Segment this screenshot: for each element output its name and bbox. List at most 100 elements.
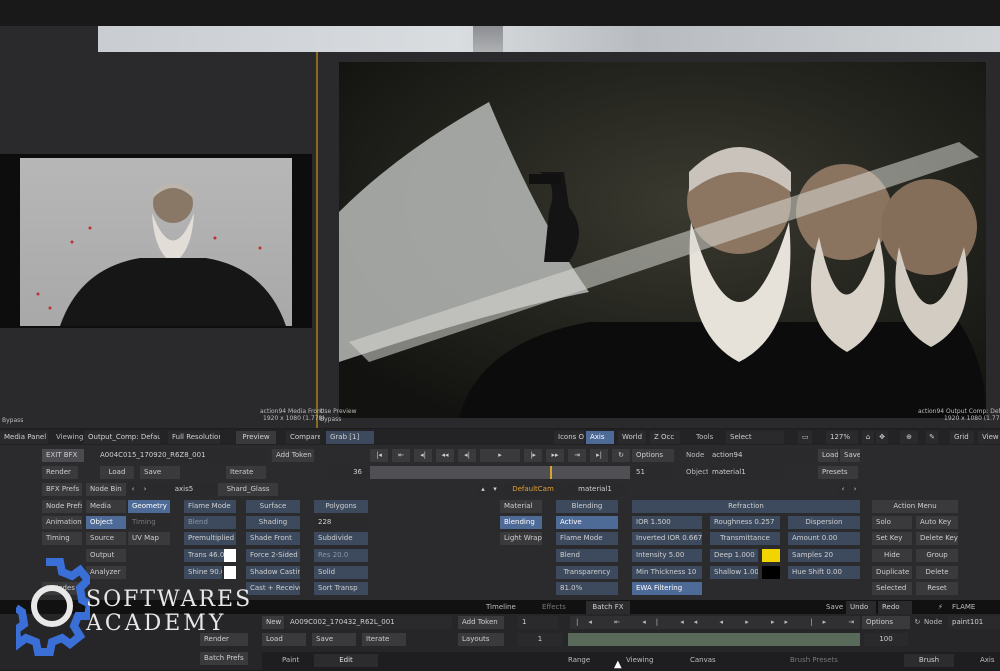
axis5-tab[interactable]: axis5 xyxy=(152,483,216,496)
add-token-button[interactable]: Add Token xyxy=(272,449,314,462)
node-save-button[interactable]: Save xyxy=(840,449,860,462)
iterate-button[interactable]: Iterate xyxy=(226,466,266,479)
shade-front-dropdown[interactable]: Shade Front xyxy=(246,532,300,545)
amount-slider[interactable]: Amount 0.00 xyxy=(788,532,860,545)
tab-timeline[interactable]: Timeline xyxy=(486,601,516,614)
output-button[interactable]: Output xyxy=(86,549,126,562)
timing2-button[interactable]: Timing xyxy=(128,516,170,529)
prev-frame-icon[interactable]: ◂| xyxy=(414,449,432,462)
roughness-slider[interactable]: Roughness 0.257 xyxy=(710,516,780,529)
material-button[interactable]: Material xyxy=(500,500,542,513)
material1-tab[interactable]: material1 xyxy=(564,483,626,496)
object-field[interactable]: material1 xyxy=(708,466,782,479)
tab-effects[interactable]: Effects xyxy=(542,601,566,614)
target-icon[interactable]: ⊕ xyxy=(900,431,918,444)
node-load-button[interactable]: Load xyxy=(818,449,838,462)
lower-clip-name-field[interactable]: A009C002_170432_R62L_001 xyxy=(286,616,452,629)
home-icon[interactable]: ⌂ xyxy=(862,431,874,444)
shallow-color-swatch[interactable] xyxy=(762,566,780,579)
shine-slider[interactable]: Shine 90.0 xyxy=(184,566,222,579)
solo-button[interactable]: Solo xyxy=(872,516,912,529)
view-dropdown[interactable]: View xyxy=(978,431,1000,444)
tab-brush[interactable]: Brush xyxy=(904,654,954,667)
analyzer-button[interactable]: Analyzer xyxy=(86,566,126,579)
delete-button[interactable]: Delete xyxy=(916,566,958,579)
intensity-slider[interactable]: Intensity 5.00 xyxy=(632,549,702,562)
inverted-ior-field[interactable]: Inverted IOR 0.667 xyxy=(632,532,702,545)
lower-load-button[interactable]: Load xyxy=(262,633,306,646)
tab-batch-fx[interactable]: Batch FX xyxy=(586,601,630,614)
default-cam-tab[interactable]: DefaultCam xyxy=(504,483,562,496)
tab-viewing[interactable]: Viewing xyxy=(626,654,653,667)
new-button[interactable]: New xyxy=(262,616,284,629)
ewa-filtering-button[interactable]: EWA Filtering xyxy=(632,582,702,595)
left-viewer[interactable] xyxy=(0,154,312,328)
grid-dropdown[interactable]: Grid xyxy=(950,431,974,444)
transparency-button[interactable]: Transparency xyxy=(556,566,618,579)
hue-shift-slider[interactable]: Hue Shift 0.00 xyxy=(788,566,860,579)
scrubber-playhead[interactable] xyxy=(550,466,552,479)
frame-out-field[interactable]: 51 xyxy=(632,466,672,479)
full-resolution-button[interactable]: Full Resolution xyxy=(168,431,220,444)
tab-canvas[interactable]: Canvas xyxy=(690,654,716,667)
play-icon[interactable]: ▸ xyxy=(480,449,520,462)
tab-axis[interactable]: Axis xyxy=(980,654,995,667)
polygons-field[interactable]: 228 xyxy=(314,516,368,529)
tab-range[interactable]: Range xyxy=(568,654,590,667)
set-key-button[interactable]: Set Key xyxy=(872,532,912,545)
samples-slider[interactable]: Samples 20 xyxy=(788,549,860,562)
options-dropdown[interactable]: Options xyxy=(632,449,674,462)
z-occ-button[interactable]: Z Occ xyxy=(650,431,680,444)
step-back-icon[interactable]: ◂◂ xyxy=(436,449,454,462)
prev-node-icon[interactable]: ‹ xyxy=(128,483,138,496)
lower-iterate-button[interactable]: Iterate xyxy=(362,633,406,646)
shading-button[interactable]: Shading xyxy=(246,516,300,529)
solid-dropdown[interactable]: Solid xyxy=(314,566,368,579)
play-back-icon[interactable]: ◂| xyxy=(458,449,476,462)
undo-dropdown[interactable]: Undo xyxy=(846,601,876,614)
trans-color-swatch[interactable] xyxy=(224,549,236,562)
scroll-up-icon[interactable]: ▴ xyxy=(478,483,488,496)
flame-mode-button[interactable]: Flame Mode xyxy=(184,500,236,513)
group-button[interactable]: Group xyxy=(916,549,958,562)
lower-timeline-bar[interactable] xyxy=(568,633,860,646)
lower-add-token-button[interactable]: Add Token xyxy=(458,616,504,629)
zoom-dropdown[interactable]: 127% xyxy=(826,431,858,444)
prev-key-icon[interactable]: ⇤ xyxy=(392,449,410,462)
scroll-left-icon[interactable]: ‹ xyxy=(838,483,848,496)
layouts-dropdown[interactable]: Layouts xyxy=(458,633,504,646)
node-bin-button[interactable]: Node Bin xyxy=(86,483,126,496)
active-button[interactable]: Active xyxy=(556,516,618,529)
reset-button[interactable]: Reset xyxy=(916,582,958,595)
auto-key-button[interactable]: Auto Key xyxy=(916,516,958,529)
next-node-icon[interactable]: › xyxy=(140,483,150,496)
picker-icon[interactable]: ✎ xyxy=(926,431,938,444)
ior-slider[interactable]: IOR 1.500 xyxy=(632,516,702,529)
step-forward-icon[interactable]: |▸ xyxy=(524,449,542,462)
premultiplied-button[interactable]: Premultiplied xyxy=(184,532,236,545)
source-button[interactable]: Source xyxy=(86,532,126,545)
tools-dropdown[interactable]: Select xyxy=(726,431,784,444)
blending-tab-button[interactable]: Blending xyxy=(500,516,542,529)
hide-button[interactable]: Hide xyxy=(872,549,912,562)
shadow-casting-button[interactable]: Shadow Casting xyxy=(246,566,300,579)
go-to-end-icon[interactable]: ▸| xyxy=(590,449,608,462)
bfx-prefs-button[interactable]: BFX Prefs xyxy=(42,483,82,496)
grab-button[interactable]: Grab [1] xyxy=(326,431,374,444)
material-flame-mode-button[interactable]: Flame Mode xyxy=(556,532,618,545)
lower-save-button[interactable]: Save xyxy=(312,633,356,646)
tab-brush-presets[interactable]: Brush Presets xyxy=(790,654,838,667)
res-slider[interactable]: Res 20.0 xyxy=(314,549,368,562)
world-button[interactable]: World xyxy=(618,431,646,444)
presets-button[interactable]: Presets xyxy=(818,466,858,479)
blend-button[interactable]: Blend xyxy=(184,516,236,529)
frame-in-field[interactable]: 36 xyxy=(326,466,366,479)
tabbar-save-button[interactable]: Save xyxy=(826,601,843,614)
min-thickness-slider[interactable]: Min Thickness 10 xyxy=(632,566,702,579)
deep-slider[interactable]: Deep 1.000 xyxy=(710,549,758,562)
delete-key-button[interactable]: Delete Key xyxy=(916,532,958,545)
subdivide-button[interactable]: Subdivide xyxy=(314,532,368,545)
lower-end-field[interactable]: 100 xyxy=(864,633,908,646)
material-blend-dropdown[interactable]: Blend xyxy=(556,549,618,562)
lower-options-dropdown[interactable]: Options xyxy=(862,616,910,629)
